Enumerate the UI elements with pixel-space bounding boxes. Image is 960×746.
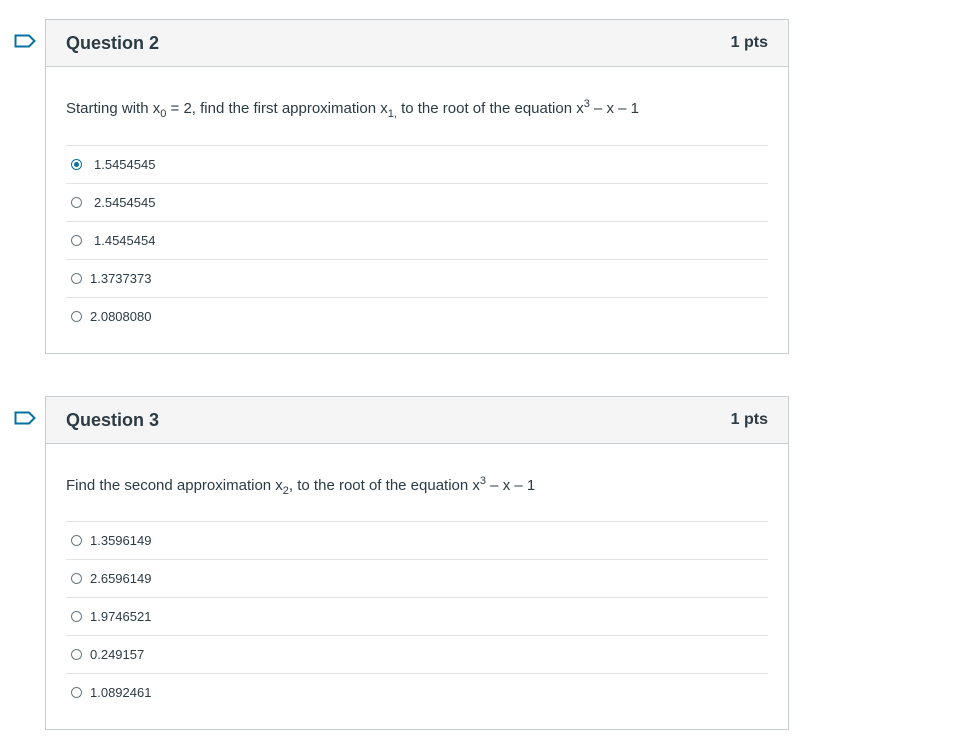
radio-icon[interactable] xyxy=(71,197,82,208)
question-title: Question 3 xyxy=(66,409,160,430)
answer-option[interactable]: 1.0892461 xyxy=(66,674,768,711)
flag-question-3-icon[interactable] xyxy=(14,411,36,425)
question-3-card: Question 3 1 pts Find the second approxi… xyxy=(45,396,789,730)
question-title: Question 2 xyxy=(66,32,160,53)
question-2-card: Question 2 1 pts Starting with x0 = 2, f… xyxy=(45,19,789,354)
radio-icon[interactable] xyxy=(71,573,82,584)
answer-option[interactable]: 2.5454545 xyxy=(66,184,768,222)
answer-list: 1.3596149 2.6596149 1.9746521 0.249157 1… xyxy=(66,521,768,711)
answer-option[interactable]: 1.9746521 xyxy=(66,598,768,636)
radio-icon[interactable] xyxy=(71,687,82,698)
answer-label: 1.5454545 xyxy=(94,157,156,172)
answer-label: 1.3737373 xyxy=(90,271,152,286)
answer-option[interactable]: 1.5454545 xyxy=(66,146,768,184)
answer-label: 2.0808080 xyxy=(90,309,152,324)
answer-option[interactable]: 2.0808080 xyxy=(66,298,768,335)
flag-question-2-icon[interactable] xyxy=(14,34,36,48)
radio-icon[interactable] xyxy=(71,311,82,322)
radio-icon[interactable] xyxy=(71,611,82,622)
answer-option[interactable]: 0.249157 xyxy=(66,636,768,674)
answer-label: 1.9746521 xyxy=(90,609,152,624)
answer-label: 2.6596149 xyxy=(90,571,152,586)
question-points: 1 pts xyxy=(730,411,768,428)
radio-icon[interactable] xyxy=(71,235,82,246)
radio-selected-icon[interactable] xyxy=(71,159,82,170)
question-2-header: Question 2 1 pts xyxy=(46,20,788,67)
answer-list: 1.5454545 2.5454545 1.4545454 1.3737373 … xyxy=(66,145,768,335)
radio-icon[interactable] xyxy=(71,649,82,660)
radio-icon[interactable] xyxy=(71,535,82,546)
answer-option[interactable]: 1.3596149 xyxy=(66,522,768,560)
answer-label: 0.249157 xyxy=(90,647,145,662)
answer-label: 1.4545454 xyxy=(94,233,156,248)
answer-option[interactable]: 1.3737373 xyxy=(66,260,768,298)
answer-option[interactable]: 2.6596149 xyxy=(66,560,768,598)
question-text: Find the second approximation x2, to the… xyxy=(66,475,536,497)
answer-label: 1.3596149 xyxy=(90,533,152,548)
radio-icon[interactable] xyxy=(71,273,82,284)
answer-label: 2.5454545 xyxy=(94,195,156,210)
question-3-header: Question 3 1 pts xyxy=(46,397,788,444)
answer-label: 1.0892461 xyxy=(90,685,152,700)
question-points: 1 pts xyxy=(730,34,768,51)
answer-option[interactable]: 1.4545454 xyxy=(66,222,768,260)
question-text: Starting with x0 = 2, find the first app… xyxy=(66,98,640,120)
